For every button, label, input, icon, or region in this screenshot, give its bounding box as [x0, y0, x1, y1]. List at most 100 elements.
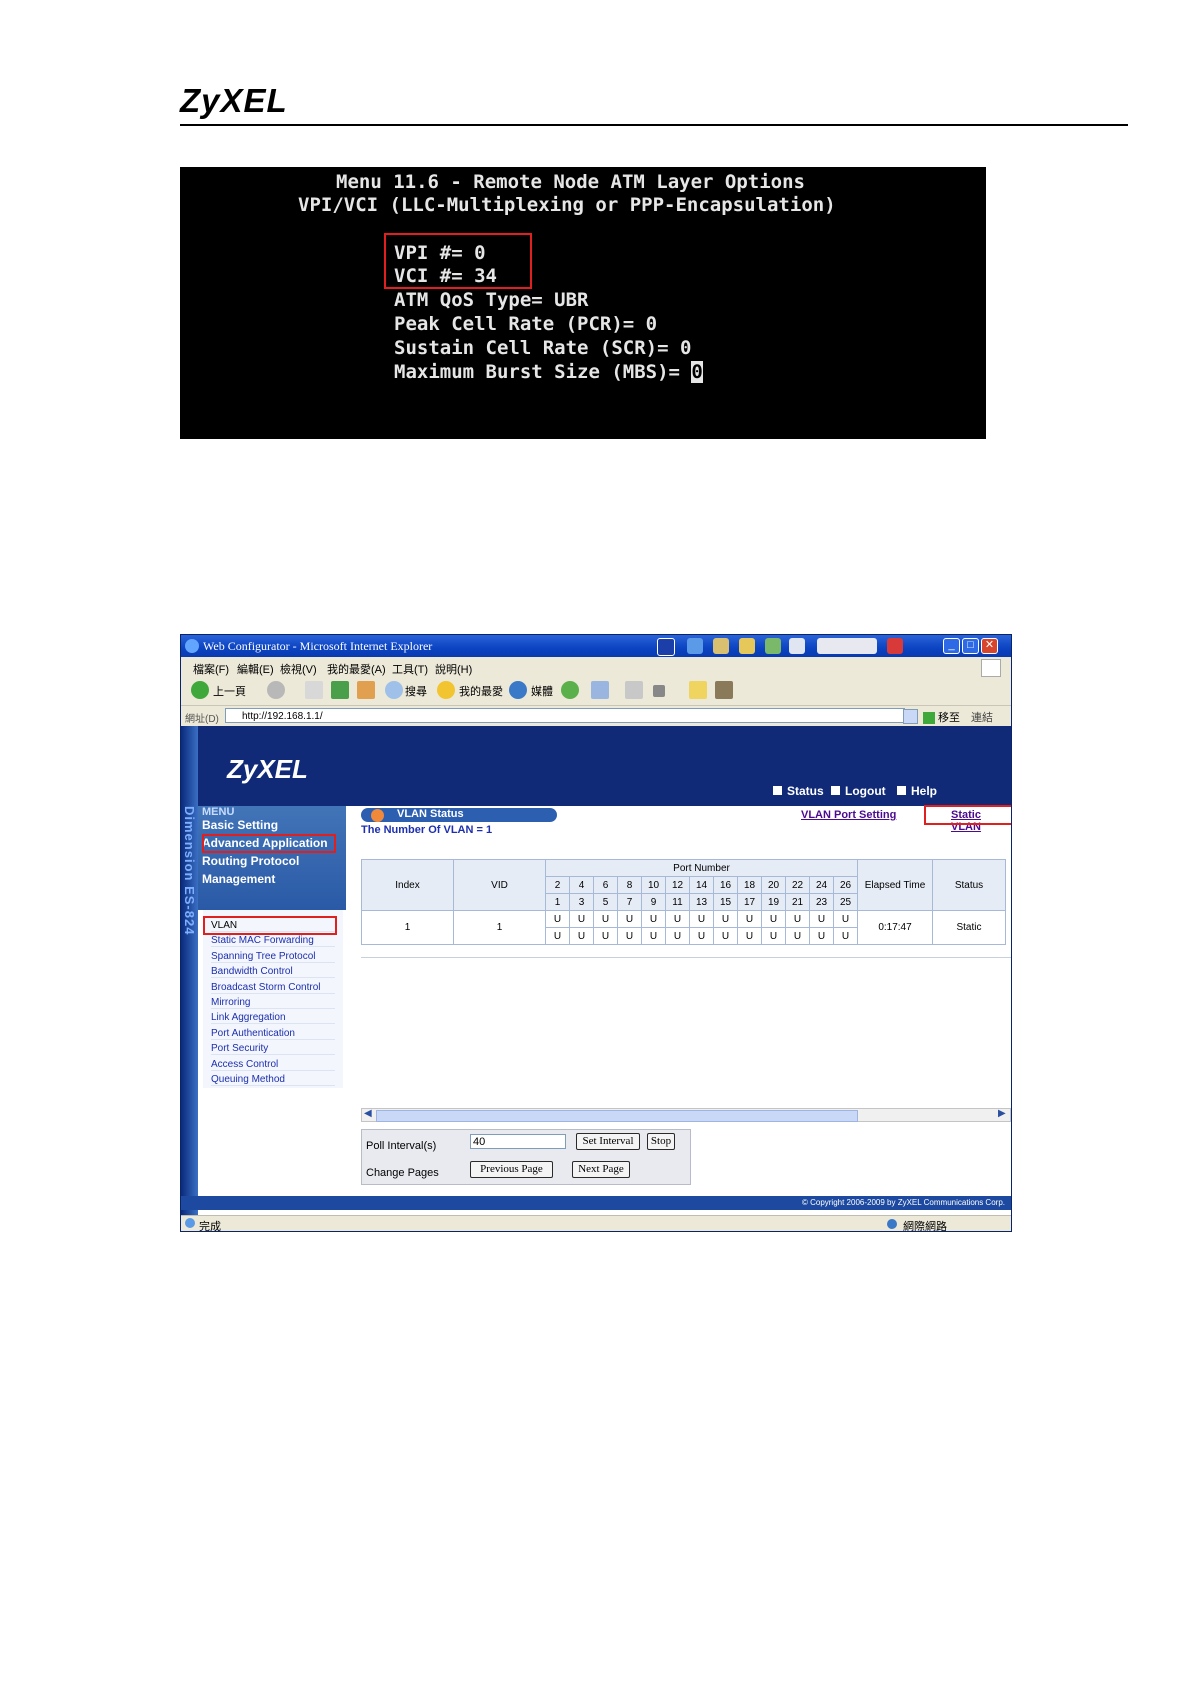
minimize-button[interactable]: _	[943, 638, 960, 654]
history-icon[interactable]	[561, 681, 579, 699]
header-index: Index	[361, 859, 454, 911]
media-button[interactable]: 媒體	[531, 683, 553, 699]
menu-view[interactable]: 檢視(V)	[280, 661, 317, 677]
cell-elapsed-time: 0:17:47	[857, 910, 933, 945]
home-icon[interactable]	[357, 681, 375, 699]
menu-help[interactable]: 說明(H)	[435, 661, 472, 677]
zone-text: 網際網路	[903, 1221, 947, 1232]
window-title: Web Configurator - Microsoft Internet Ex…	[203, 639, 433, 653]
poll-interval-input[interactable]: 40	[470, 1134, 566, 1149]
port-membership-cell: U	[737, 927, 762, 945]
tray-labels-icon[interactable]	[817, 638, 877, 654]
port-membership-cell: U	[545, 927, 570, 945]
menu-basic-setting[interactable]: Basic Setting	[202, 818, 278, 832]
submenu-port-authentication[interactable]: Port Authentication	[211, 1028, 335, 1040]
service-tray-icon[interactable]	[887, 638, 903, 654]
port-number-cell: 24	[809, 876, 834, 894]
ie-tray-icon[interactable]	[687, 638, 703, 654]
terminal-screen: Menu 11.6 - Remote Node ATM Layer Option…	[180, 167, 986, 439]
vlan-count: The Number Of VLAN = 1	[361, 824, 493, 836]
go-button[interactable]: 移至	[923, 709, 960, 725]
stop-button[interactable]: Stop	[647, 1133, 675, 1150]
back-arrow-icon[interactable]	[191, 681, 209, 699]
section-title: VLAN Status	[397, 808, 464, 820]
print-icon[interactable]	[625, 681, 643, 699]
menu-file[interactable]: 檔案(F)	[193, 661, 229, 677]
set-interval-button[interactable]: Set Interval	[576, 1133, 640, 1150]
menu-tools[interactable]: 工具(T)	[392, 661, 428, 677]
port-membership-cell: U	[593, 927, 618, 945]
help-link[interactable]: Help	[897, 784, 937, 798]
header-vid: VID	[453, 859, 546, 911]
menu-edit[interactable]: 編輯(E)	[237, 661, 274, 677]
submenu-mirroring[interactable]: Mirroring	[211, 997, 335, 1009]
pen-tray-icon[interactable]	[765, 638, 781, 654]
document-logo: ZyXEL	[180, 82, 288, 119]
browser-window: Web Configurator - Microsoft Internet Ex…	[180, 634, 1012, 1232]
forward-arrow-icon[interactable]	[267, 681, 285, 699]
status-link[interactable]: Status	[773, 784, 824, 798]
port-membership-cell: U	[689, 910, 714, 928]
address-input[interactable]: http://192.168.1.1/	[225, 708, 905, 723]
port-number-cell: 18	[737, 876, 762, 894]
next-page-button[interactable]: Next Page	[572, 1161, 630, 1178]
submenu-link-aggregation[interactable]: Link Aggregation	[211, 1012, 335, 1024]
folder-tray-icon[interactable]	[739, 638, 755, 654]
submenu-bandwidth-control[interactable]: Bandwidth Control	[211, 966, 335, 978]
search-icon[interactable]	[385, 681, 403, 699]
back-button[interactable]: 上一頁	[213, 683, 246, 699]
submenu-access-control[interactable]: Access Control	[211, 1059, 335, 1071]
vlan-highlight	[203, 916, 337, 935]
submenu-static-mac-forwarding[interactable]: Static MAC Forwarding	[211, 935, 335, 947]
gear-tray-icon[interactable]	[713, 638, 729, 654]
cell-status: Static	[932, 910, 1006, 945]
submenu-queuing-method[interactable]: Queuing Method	[211, 1074, 335, 1086]
port-membership-cell: U	[617, 910, 642, 928]
copyright-text: © Copyright 2006-2009 by ZyXEL Communica…	[801, 1198, 1005, 1207]
port-number-cell: 2	[545, 876, 570, 894]
close-button[interactable]: ✕	[981, 638, 998, 654]
terminal-cursor[interactable]: 0	[691, 361, 703, 383]
submenu-spanning-tree-protocol[interactable]: Spanning Tree Protocol	[211, 951, 335, 963]
menu-management[interactable]: Management	[202, 872, 275, 886]
scroll-thumb[interactable]	[376, 1110, 858, 1122]
media-player-icon[interactable]	[657, 638, 675, 656]
address-dropdown-icon[interactable]	[903, 709, 918, 724]
refresh-icon[interactable]	[331, 681, 349, 699]
submenu-broadcast-storm-control[interactable]: Broadcast Storm Control	[211, 982, 335, 994]
address-label: 網址(D)	[185, 714, 219, 725]
links-button[interactable]: 連結	[971, 709, 993, 725]
horizontal-scrollbar[interactable]: ◀ ▶	[361, 1108, 1011, 1122]
tool-tray-icon[interactable]	[789, 638, 805, 654]
menu-routing-protocol[interactable]: Routing Protocol	[202, 854, 299, 868]
menu-favorites[interactable]: 我的最愛(A)	[327, 661, 386, 677]
stop-icon[interactable]	[305, 681, 323, 699]
port-number-cell: 7	[617, 893, 642, 911]
main-menu: MENU Basic Setting Advanced Application …	[198, 806, 346, 910]
edit-icon[interactable]	[653, 685, 665, 697]
media-globe-icon[interactable]	[509, 681, 527, 699]
previous-page-button[interactable]: Previous Page	[470, 1161, 553, 1178]
advanced-application-highlight	[202, 834, 336, 853]
maximize-button[interactable]: □	[962, 638, 979, 654]
messenger-icon[interactable]	[715, 681, 733, 699]
favorites-button[interactable]: 我的最愛	[459, 683, 503, 699]
toolbar: 上一頁 搜尋 我的最愛 媒體	[181, 677, 1011, 706]
poll-interval-label: Poll Interval(s)	[366, 1140, 437, 1152]
terminal-line: Menu 11.6 - Remote Node ATM Layer Option…	[336, 171, 805, 193]
favorites-star-icon[interactable]	[437, 681, 455, 699]
port-number-cell: 23	[809, 893, 834, 911]
vlan-port-setting-link[interactable]: VLAN Port Setting	[801, 809, 896, 821]
logout-link[interactable]: Logout	[831, 784, 886, 798]
scroll-left-icon[interactable]: ◀	[364, 1108, 372, 1119]
status-link-label: Status	[787, 784, 824, 798]
search-button[interactable]: 搜尋	[405, 683, 427, 699]
submenu-port-security[interactable]: Port Security	[211, 1043, 335, 1055]
folder-icon[interactable]	[689, 681, 707, 699]
scroll-right-icon[interactable]: ▶	[998, 1108, 1006, 1119]
mail-icon[interactable]	[591, 681, 609, 699]
port-number-cell: 15	[713, 893, 738, 911]
terminal-line: Peak Cell Rate (PCR)= 0	[394, 313, 658, 335]
port-number-cell: 13	[689, 893, 714, 911]
submenu: VLAN Static MAC Forwarding Spanning Tree…	[203, 910, 343, 1088]
